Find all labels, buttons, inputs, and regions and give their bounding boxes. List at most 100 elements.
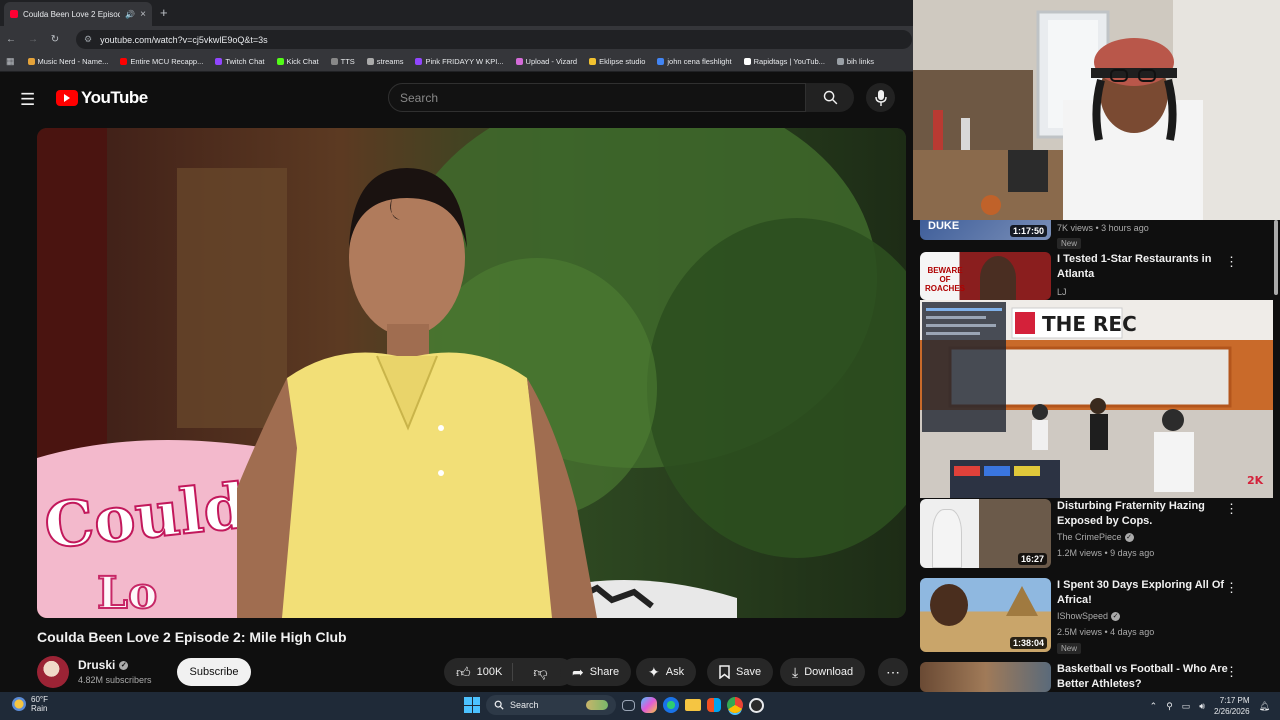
forward-icon[interactable]: →: [22, 34, 44, 45]
bookmark-item[interactable]: streams: [362, 57, 409, 66]
bookmark-label: TTS: [340, 57, 355, 66]
video-title[interactable]: Disturbing Fraternity Hazing Exposed by …: [1057, 499, 1247, 529]
video-title[interactable]: Basketball vs Football - Who Are Better …: [1057, 662, 1247, 692]
more-actions-button[interactable]: ⋯: [878, 658, 908, 686]
copilot-icon[interactable]: [641, 697, 657, 713]
gameplay-sign: THE REC: [1042, 312, 1137, 336]
speaker-icon[interactable]: 🔊: [125, 10, 135, 19]
thumbs-down-icon[interactable]: 👎︎: [519, 664, 561, 681]
screen: Coulda Been Love 2 Episod 🔊 × + ← → ↻ ⚙ …: [0, 0, 1280, 720]
edge-browser-icon[interactable]: [663, 697, 679, 713]
new-badge: New: [1057, 643, 1082, 654]
video-duration: 16:27: [1017, 553, 1047, 565]
search-icon: [823, 90, 837, 105]
bookmark-item[interactable]: john cena fleshlight: [652, 57, 736, 66]
clock[interactable]: 7:17 PM 2/26/2026: [1214, 695, 1250, 717]
volume-icon[interactable]: 🔊︎: [1199, 701, 1205, 712]
bookmark-favicon-icon: [27, 58, 35, 65]
channel-name[interactable]: IShowSpeed ✓: [1057, 611, 1121, 621]
like-button[interactable]: 👍︎ 100K: [444, 663, 514, 681]
apps-grid-icon[interactable]: ▦: [6, 56, 21, 67]
video-title[interactable]: I Spent 30 Days Exploring All Of Africa!: [1057, 578, 1247, 608]
more-vert-icon[interactable]: ⋮: [1225, 501, 1238, 517]
youtube-logo[interactable]: YouTube: [56, 88, 148, 108]
microsoft-store-icon[interactable]: [707, 698, 721, 712]
bookmark-item[interactable]: Pink FRIDAYY W KPI...: [410, 57, 508, 66]
channel-name-text: Druski: [78, 658, 116, 672]
more-vert-icon[interactable]: ⋮: [1225, 254, 1238, 270]
verified-check-icon: ✓: [1124, 532, 1134, 542]
gameplay-badge: 2K: [1247, 474, 1264, 487]
bookmark-item[interactable]: TTS: [326, 57, 360, 66]
video-player[interactable]: Coulda Lo: [37, 128, 906, 618]
subscribe-button[interactable]: Subscribe: [177, 658, 251, 686]
search-input[interactable]: Search: [388, 83, 806, 112]
bookmark-item[interactable]: bih links: [832, 57, 879, 66]
download-button[interactable]: ⤓ Download: [780, 658, 866, 686]
clock-date: 2/26/2026: [1213, 707, 1250, 716]
share-arrow-icon: ➦: [572, 663, 584, 680]
bookmark-item[interactable]: Entire MCU Recapp...: [115, 57, 208, 66]
bookmark-label: Twitch Chat: [225, 57, 265, 66]
youtube-logo-text: YouTube: [81, 88, 148, 107]
bookmark-favicon-icon: [215, 58, 223, 65]
chrome-browser-icon[interactable]: [727, 697, 743, 713]
more-vert-icon[interactable]: ⋮: [1225, 664, 1238, 680]
reload-icon[interactable]: ↻: [44, 34, 66, 45]
webcam-overlay: [913, 0, 1280, 220]
thumb-person: [980, 256, 1016, 300]
network-icon[interactable]: ▭: [1182, 701, 1191, 712]
chevron-up-icon[interactable]: ⌃: [1150, 701, 1158, 712]
bookmark-item[interactable]: Music Nerd - Name...: [23, 57, 114, 66]
video-thumbnail[interactable]: DUKE 1:17:50: [920, 220, 1051, 240]
search-icon: [494, 700, 504, 710]
location-icon[interactable]: ⚲: [1166, 701, 1173, 712]
close-tab-icon[interactable]: ×: [140, 9, 146, 20]
video-thumbnail[interactable]: 1:38:04: [920, 578, 1051, 652]
sidebar-scrollbar[interactable]: [1273, 220, 1279, 692]
voice-search-button[interactable]: [866, 83, 895, 112]
save-button[interactable]: Save: [707, 658, 774, 686]
bookmark-item[interactable]: Kick Chat: [272, 57, 324, 66]
address-bar[interactable]: ⚙ youtube.com/watch?v=cj5vkwlE9oQ&t=3s: [76, 30, 912, 49]
bookmark-item[interactable]: Rapidtags | YouTub...: [739, 57, 830, 66]
bookmark-favicon-icon: [415, 58, 423, 65]
video-thumbnail[interactable]: 16:27: [920, 499, 1051, 568]
more-vert-icon[interactable]: ⋮: [1225, 580, 1238, 596]
video-thumbnail[interactable]: [920, 662, 1051, 692]
bookmark-item[interactable]: Eklipse studio: [584, 57, 650, 66]
new-tab-button[interactable]: +: [160, 5, 168, 20]
weather-widget[interactable]: 60°F Rain: [12, 695, 48, 713]
video-title[interactable]: I Tested 1-Star Restaurants in Atlanta: [1057, 252, 1247, 282]
channel-name[interactable]: The CrimePiece ✓: [1057, 532, 1134, 542]
notification-bell-icon[interactable]: 🔔︎: [1259, 701, 1270, 712]
obs-studio-icon[interactable]: [749, 697, 764, 713]
bookmark-favicon-icon: [515, 58, 523, 65]
hamburger-menu-icon[interactable]: ☰: [20, 90, 35, 110]
bookmark-item[interactable]: Twitch Chat: [210, 57, 269, 66]
video-frame: Coulda Lo: [37, 128, 906, 618]
taskbar-search[interactable]: Search: [486, 695, 616, 715]
back-icon[interactable]: ←: [0, 34, 22, 45]
browser-tab[interactable]: Coulda Been Love 2 Episod 🔊 ×: [4, 2, 152, 26]
svg-text:Lo: Lo: [97, 568, 157, 618]
channel-name[interactable]: LJ: [1057, 287, 1067, 297]
search-button[interactable]: [806, 83, 854, 112]
channel-name[interactable]: Druski ✓: [78, 658, 129, 672]
subscriber-count: 4.82M subscribers: [78, 675, 152, 685]
video-thumbnail[interactable]: BEWARE OF ROACHES: [920, 252, 1051, 300]
share-button[interactable]: ➦ Share: [560, 658, 632, 686]
site-info-icon[interactable]: ⚙: [84, 34, 92, 45]
channel-avatar[interactable]: [37, 656, 69, 688]
thumb-person: [932, 509, 962, 568]
windows-start-icon[interactable]: [464, 697, 480, 713]
task-view-icon[interactable]: [622, 699, 635, 711]
microphone-icon: [874, 89, 887, 106]
bookmark-favicon-icon: [589, 58, 597, 65]
bookmark-label: john cena fleshlight: [667, 57, 732, 66]
bookmark-item[interactable]: Upload - Vizard: [511, 57, 583, 66]
ask-label: Ask: [665, 666, 685, 678]
browser-tab-bar: Coulda Been Love 2 Episod 🔊 × +: [0, 0, 913, 26]
ask-button[interactable]: ✦ Ask: [636, 658, 697, 686]
file-explorer-icon[interactable]: [685, 699, 701, 711]
